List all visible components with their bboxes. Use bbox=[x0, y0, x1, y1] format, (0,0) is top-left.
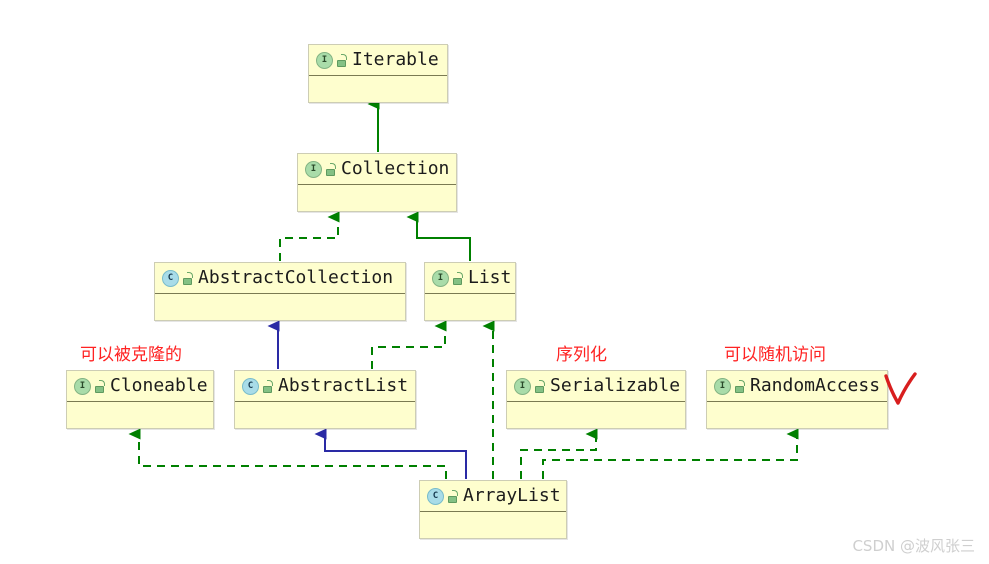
edge-arraylist-implements-randomaccess bbox=[542, 428, 799, 479]
class-icon: C bbox=[162, 269, 179, 287]
check-icon bbox=[884, 372, 917, 405]
uml-class-list-members bbox=[425, 294, 515, 320]
uml-class-arraylist[interactable]: C ArrayList bbox=[419, 480, 567, 539]
interface-icon: I bbox=[514, 377, 531, 395]
uml-class-cloneable[interactable]: I Cloneable bbox=[66, 370, 214, 429]
uml-class-collection-header: I Collection bbox=[298, 154, 456, 185]
annotation-cloneable: 可以被克隆的 bbox=[80, 345, 182, 365]
open-lock-icon bbox=[448, 489, 459, 503]
uml-class-list[interactable]: I List bbox=[424, 262, 516, 321]
uml-class-collection[interactable]: I Collection bbox=[297, 153, 457, 212]
interface-icon: I bbox=[74, 377, 91, 395]
interface-icon: I bbox=[432, 269, 449, 287]
uml-class-arraylist-name: ArrayList bbox=[463, 485, 561, 506]
uml-class-collection-members bbox=[298, 185, 456, 211]
uml-class-randomaccess-name: RandomAccess bbox=[750, 375, 881, 396]
uml-class-randomaccess-header: I RandomAccess bbox=[707, 371, 887, 402]
open-lock-icon bbox=[263, 379, 274, 393]
uml-class-serializable-members bbox=[507, 402, 685, 428]
csdn-watermark: CSDN @波风张三 bbox=[852, 537, 975, 555]
uml-class-serializable[interactable]: I Serializable bbox=[506, 370, 686, 429]
uml-class-arraylist-header: C ArrayList bbox=[420, 481, 566, 512]
uml-class-cloneable-name: Cloneable bbox=[110, 375, 208, 396]
uml-diagram-canvas: Iterable --> Collection (dashed, elbow) … bbox=[0, 0, 989, 564]
uml-class-arraylist-members bbox=[420, 512, 566, 538]
uml-class-abstractcollection-members bbox=[155, 294, 405, 320]
uml-class-abstractlist-header: C AbstractList bbox=[235, 371, 415, 402]
open-lock-icon bbox=[735, 379, 746, 393]
uml-class-iterable-header: I Iterable bbox=[309, 45, 447, 76]
open-lock-icon bbox=[326, 162, 337, 176]
open-lock-icon bbox=[453, 271, 464, 285]
uml-class-abstractlist[interactable]: C AbstractList bbox=[234, 370, 416, 429]
interface-icon: I bbox=[316, 51, 333, 69]
uml-class-collection-name: Collection bbox=[341, 158, 450, 179]
edge-arraylist-implements-serializable bbox=[520, 428, 598, 479]
annotation-serializable: 序列化 bbox=[556, 345, 607, 365]
interface-icon: I bbox=[714, 377, 731, 395]
edge-abstractlist-implements-list bbox=[371, 320, 447, 369]
edge-arraylist-implements-cloneable bbox=[128, 428, 447, 479]
uml-class-abstractcollection[interactable]: C AbstractCollection bbox=[154, 262, 406, 321]
edge-abstractcollection-implements-collection bbox=[279, 211, 340, 261]
open-lock-icon bbox=[535, 379, 546, 393]
uml-class-abstractcollection-header: C AbstractCollection bbox=[155, 263, 405, 294]
edge-arraylist-extends-abstractlist bbox=[314, 428, 467, 479]
uml-class-abstractlist-members bbox=[235, 402, 415, 428]
uml-class-iterable-name: Iterable bbox=[352, 49, 439, 70]
annotation-randomaccess: 可以随机访问 bbox=[724, 345, 826, 365]
class-icon: C bbox=[242, 377, 259, 395]
open-lock-icon bbox=[337, 53, 348, 67]
interface-icon: I bbox=[305, 160, 322, 178]
uml-class-list-name: List bbox=[468, 267, 512, 288]
uml-class-serializable-header: I Serializable bbox=[507, 371, 685, 402]
uml-class-randomaccess-members bbox=[707, 402, 887, 428]
uml-class-cloneable-members bbox=[67, 402, 213, 428]
open-lock-icon bbox=[95, 379, 106, 393]
class-icon: C bbox=[427, 487, 444, 505]
uml-class-cloneable-header: I Cloneable bbox=[67, 371, 213, 402]
uml-class-abstractlist-name: AbstractList bbox=[278, 375, 409, 396]
uml-class-randomaccess[interactable]: I RandomAccess bbox=[706, 370, 888, 429]
open-lock-icon bbox=[183, 271, 194, 285]
uml-class-iterable-members bbox=[309, 76, 447, 102]
uml-class-list-header: I List bbox=[425, 263, 515, 294]
uml-class-iterable[interactable]: I Iterable bbox=[308, 44, 448, 103]
uml-class-abstractcollection-name: AbstractCollection bbox=[198, 267, 394, 288]
edge-list-extends-collection bbox=[406, 211, 471, 261]
uml-class-serializable-name: Serializable bbox=[550, 375, 681, 396]
